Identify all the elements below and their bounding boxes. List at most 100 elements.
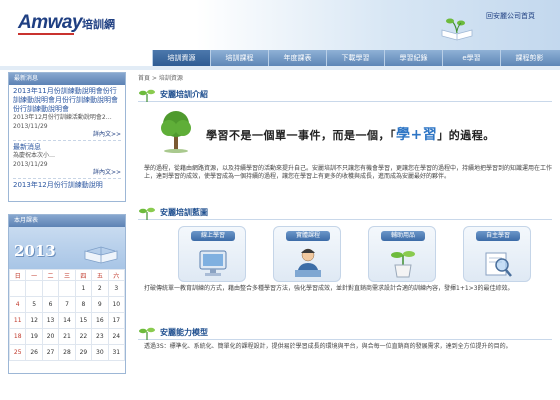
weekday-sun: 日 <box>8 269 27 281</box>
weekday-fri: 五 <box>91 269 109 281</box>
calendar-week: 25 26 27 28 29 30 31 <box>8 344 126 361</box>
intro-banner: 學習不是一個單一事件，而是一個，「學+習」的過程。 <box>138 106 552 162</box>
nav-item-resources[interactable]: 培訓資源 <box>152 50 210 66</box>
calendar-day[interactable] <box>25 280 43 297</box>
calendar-day[interactable]: 22 <box>74 328 93 345</box>
calendar-day[interactable]: 17 <box>107 312 126 329</box>
section-model: 安麗能力模型 透過3S：標準化、系統化、簡單化的課程設計，提供易於學習成長的環境… <box>138 326 552 351</box>
calendar-day[interactable]: 15 <box>74 312 93 329</box>
calendar-day[interactable]: 20 <box>41 328 60 345</box>
header: Amway 培訓網 回安麗公司首頁 <box>0 0 560 50</box>
card-online-learning[interactable]: 線上學習 <box>178 226 246 282</box>
calendar-day[interactable] <box>58 280 76 297</box>
magnifier-icon <box>485 252 512 277</box>
calendar-day[interactable]: 19 <box>25 328 43 345</box>
section-model-header: 安麗能力模型 <box>138 326 552 340</box>
home-link[interactable]: 回安麗公司首頁 <box>486 11 535 21</box>
section-blueprint-header: 安麗培訓藍圖 <box>138 206 552 220</box>
calendar-day[interactable]: 28 <box>58 344 76 361</box>
calendar-day[interactable]: 3 <box>107 280 126 297</box>
calendar-day[interactable]: 11 <box>8 312 27 329</box>
calendar-day[interactable]: 5 <box>25 296 43 313</box>
card-self-learning[interactable]: 自主學習 <box>463 226 531 282</box>
card-label: 實體課程 <box>286 231 330 241</box>
intro-quote-highlight: 學+習 <box>396 127 438 143</box>
nav-item-courses[interactable]: 培訓課程 <box>210 50 268 66</box>
calendar-day[interactable]: 26 <box>25 344 43 361</box>
section-blueprint-title: 安麗培訓藍圖 <box>160 208 208 217</box>
calendar-day[interactable]: 14 <box>58 312 76 329</box>
logo-subtitle: 培訓網 <box>82 18 115 31</box>
calendar-week: 18 19 20 21 22 23 24 <box>8 328 126 345</box>
calendar-weekday-row: 日 一 二 三 四 五 六 <box>8 269 126 281</box>
calendar-week: 1 2 3 <box>8 280 126 297</box>
calendar-day[interactable]: 18 <box>8 328 27 345</box>
card-label: 輔助用品 <box>381 231 425 241</box>
subnav-bar <box>0 66 560 70</box>
page: { "header": { "logo": "Amway", "logo_sub… <box>0 0 560 400</box>
calendar-grid: 日 一 二 三 四 五 六 1 2 3 4 5 6 7 8 9 10 11 12… <box>8 269 126 361</box>
card-label: 線上學習 <box>191 231 235 241</box>
calendar-day[interactable]: 7 <box>58 296 76 313</box>
instructor-icon <box>295 248 321 277</box>
news-panel: 最新消息 2013年11月份訓練動說明會份行訓練動說明會月份行訓練動說明會份行訓… <box>8 72 126 202</box>
calendar-day[interactable] <box>8 280 27 297</box>
calendar-day[interactable] <box>41 280 60 297</box>
calendar-day[interactable]: 10 <box>107 296 126 313</box>
news-item-1-link[interactable]: 2013年11月份訓練動說明會份行訓練動說明會月份行訓練動說明會份行訓練動說明會 <box>13 87 121 114</box>
tree-icon <box>161 111 191 153</box>
calendar-day[interactable]: 27 <box>41 344 60 361</box>
sprout-icon <box>139 207 155 220</box>
monitor-icon <box>199 250 227 276</box>
calendar-day[interactable]: 23 <box>91 328 109 345</box>
weekday-thu: 四 <box>74 269 93 281</box>
calendar-day[interactable]: 29 <box>74 344 93 361</box>
news-item-2-more-link[interactable]: 詳內文>> <box>13 169 121 176</box>
calendar-day[interactable]: 31 <box>107 344 126 361</box>
calendar-day[interactable]: 13 <box>41 312 60 329</box>
intro-quote-prefix: 學習不是一個單一事件，而是一個，「 <box>206 129 396 142</box>
card-label: 自主學習 <box>476 231 520 241</box>
nav-item-gallery[interactable]: 課程剪影 <box>500 50 558 66</box>
calendar-day[interactable]: 21 <box>58 328 76 345</box>
intro-quote-suffix: 」的過程。 <box>437 129 495 142</box>
section-intro: 安麗培訓介紹 學習不是一個單一事件，而是一個，「學+習」的過程。 學的過程，從藉… <box>138 88 552 181</box>
calendar-day[interactable]: 30 <box>91 344 109 361</box>
calendar-day[interactable]: 2 <box>91 280 109 297</box>
section-intro-text: 學的過程，從藉由網路資源，以及持續學習的活動來提升自己。安麗培訓不只讓您有機會學… <box>144 165 553 180</box>
news-item-2-date: 2013/11/29 <box>13 161 48 168</box>
sprout-icon <box>139 327 155 340</box>
section-blueprint-text: 打破傳統單一教育訓練的方式，藉由整合多種學習方法，強化學習成效，並針對直銷商需求… <box>144 285 514 292</box>
card-supplies[interactable]: 輔助用品 <box>368 226 436 282</box>
nav-item-download[interactable]: 下載學習 <box>326 50 384 66</box>
calendar-day[interactable]: 4 <box>8 296 27 313</box>
calendar-week: 11 12 13 14 15 16 17 <box>8 312 126 329</box>
news-item-1-more-link[interactable]: 詳內文>> <box>13 131 121 138</box>
calendar-day[interactable]: 1 <box>74 280 93 297</box>
calendar-day[interactable]: 9 <box>91 296 109 313</box>
amway-logo[interactable]: Amway <box>18 12 83 34</box>
news-item-2-link[interactable]: 最新消息 <box>13 143 121 152</box>
calendar-day[interactable]: 6 <box>41 296 60 313</box>
nav-item-elearning[interactable]: e學習 <box>442 50 500 66</box>
section-model-text: 透過3S：標準化、系統化、簡單化的課程設計，提供易於學習成長的環境與平台，與合每… <box>144 343 512 350</box>
calendar-panel: 本月課表 2013 日 一 二 三 四 五 六 1 2 3 4 5 6 7 8 … <box>8 214 126 374</box>
nav-item-schedule[interactable]: 年度課表 <box>268 50 326 66</box>
weekday-sat: 六 <box>107 269 126 281</box>
section-blueprint: 安麗培訓藍圖 線上學習 實體課程 輔助用品 自主學習 打破傳統單一教育訓練的方式… <box>138 206 552 293</box>
calendar-day[interactable]: 16 <box>91 312 109 329</box>
nav-item-records[interactable]: 學習紀錄 <box>384 50 442 66</box>
calendar-day[interactable]: 25 <box>8 344 27 361</box>
news-divider <box>13 178 121 179</box>
news-panel-title: 最新消息 <box>9 73 125 85</box>
blueprint-cards: 線上學習 實體課程 輔助用品 自主學習 <box>138 220 552 282</box>
calendar-day[interactable]: 12 <box>25 312 43 329</box>
section-intro-header: 安麗培訓介紹 <box>138 88 552 102</box>
breadcrumb: 首頁 > 培訓資源 <box>138 75 183 82</box>
calendar-day[interactable]: 8 <box>74 296 93 313</box>
news-item-1-summary: 2013年12月份行訓練活動說明會2… <box>13 114 112 121</box>
news-item-3-link[interactable]: 2013年12月份行訓練動說明 <box>13 181 121 190</box>
calendar-day[interactable]: 24 <box>107 328 126 345</box>
card-classroom-course[interactable]: 實體課程 <box>273 226 341 282</box>
calendar-panel-title: 本月課表 <box>9 215 125 227</box>
